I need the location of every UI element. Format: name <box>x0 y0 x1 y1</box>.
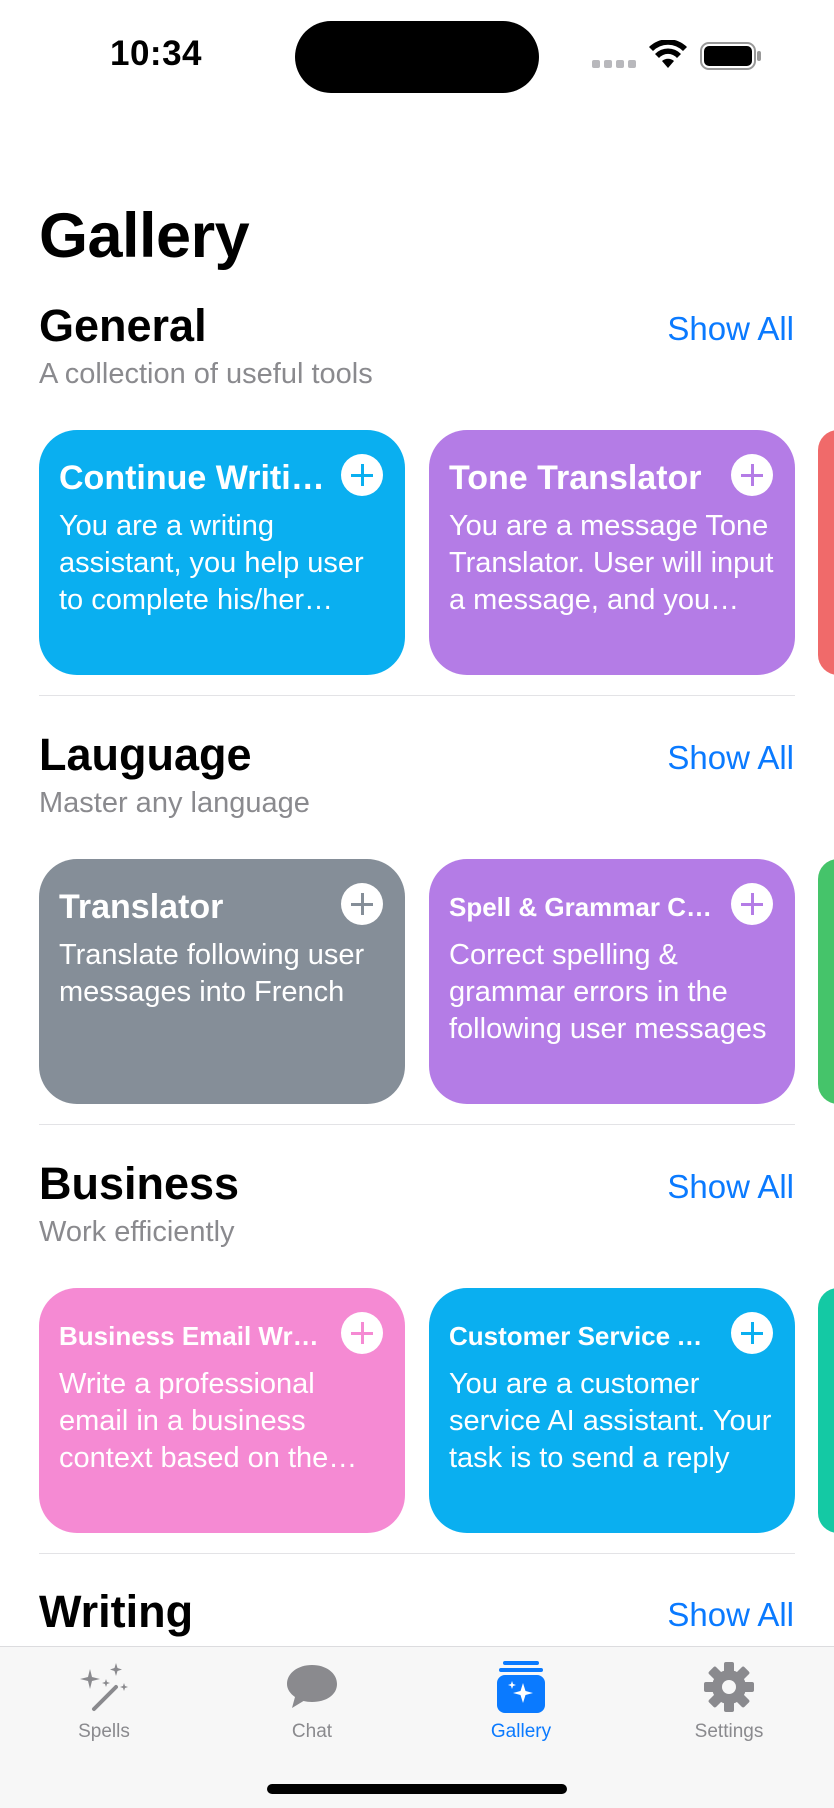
add-icon[interactable] <box>341 883 383 925</box>
spell-card-peek[interactable] <box>818 430 834 675</box>
tab-spells[interactable]: Spells <box>24 1659 184 1749</box>
gear-icon <box>704 1662 754 1712</box>
section-title: General <box>39 300 207 351</box>
card-title: Business Email Writer <box>59 1321 334 1351</box>
spell-card-peek[interactable] <box>818 859 834 1104</box>
status-time: 10:34 <box>110 34 203 73</box>
card-carousel[interactable]: Translator Translate following user mess… <box>0 859 834 1104</box>
spell-card[interactable]: Business Email Writer Write a profession… <box>39 1288 405 1533</box>
section-title: Writing <box>39 1586 194 1637</box>
card-description: Write a professional email in a business… <box>59 1368 329 1474</box>
add-icon[interactable] <box>341 1312 383 1354</box>
card-carousel[interactable]: Business Email Writer Write a profession… <box>0 1288 834 1533</box>
card-title: Translator <box>59 888 224 926</box>
show-all-button[interactable]: Show All <box>667 310 794 348</box>
tab-label: Gallery <box>490 1721 552 1742</box>
spell-card-peek[interactable] <box>818 1288 834 1533</box>
spell-card[interactable]: Translator Translate following user mess… <box>39 859 405 1104</box>
section-writing: Writing Show All <box>0 1586 834 1646</box>
section-subtitle: A collection of useful tools <box>39 358 373 390</box>
section-divider <box>39 1124 795 1125</box>
card-description: You are a customer service AI assistant.… <box>449 1368 772 1474</box>
battery-icon <box>700 42 761 70</box>
card-title: Continue Writing <box>59 459 333 497</box>
cellular-signal-icon <box>592 60 636 68</box>
sparkles-wand-icon <box>80 1663 128 1711</box>
spell-card[interactable]: Tone Translator You are a message Tone T… <box>429 430 795 675</box>
show-all-button[interactable]: Show All <box>667 739 794 777</box>
add-icon[interactable] <box>731 454 773 496</box>
status-bar: 10:34 <box>0 0 834 110</box>
tab-label: Settings <box>694 1721 764 1742</box>
add-icon[interactable] <box>341 454 383 496</box>
card-description: You are a message Tone Translator. User … <box>449 510 774 616</box>
tab-label: Chat <box>291 1721 333 1742</box>
spell-card[interactable]: Customer Service Assistant You are a cus… <box>429 1288 795 1533</box>
show-all-button[interactable]: Show All <box>667 1168 794 1206</box>
section-business: Business Work efficiently Show All Busin… <box>0 1158 834 1588</box>
home-indicator[interactable] <box>267 1784 567 1794</box>
add-icon[interactable] <box>731 1312 773 1354</box>
spell-card[interactable]: Continue Writing You are a writing assis… <box>39 430 405 675</box>
gallery-icon <box>497 1661 545 1713</box>
card-description: You are a writing assistant, you help us… <box>59 510 364 616</box>
page-title: Gallery <box>39 201 250 271</box>
section-language: Lauguage Master any language Show All Tr… <box>0 729 834 1159</box>
wifi-icon <box>649 40 687 68</box>
card-title: Tone Translator <box>449 459 702 497</box>
section-title: Business <box>39 1158 240 1209</box>
section-divider <box>39 1553 795 1554</box>
tab-label: Spells <box>78 1721 130 1742</box>
spell-card[interactable]: Spell & Grammar Checker Correct spelling… <box>429 859 795 1104</box>
dynamic-island <box>295 21 539 93</box>
show-all-button[interactable]: Show All <box>667 1596 794 1634</box>
card-carousel[interactable]: Continue Writing You are a writing assis… <box>0 430 834 675</box>
section-subtitle: Master any language <box>39 787 310 819</box>
tab-gallery[interactable]: Gallery <box>441 1659 601 1749</box>
section-divider <box>39 695 795 696</box>
card-title: Spell & Grammar Checker <box>449 892 770 922</box>
card-title: Customer Service Assistant <box>449 1321 775 1351</box>
card-description: Correct spelling & grammar errors in the… <box>449 939 767 1045</box>
card-description: Translate following user messages into F… <box>59 939 365 1008</box>
section-subtitle: Work efficiently <box>39 1216 235 1248</box>
add-icon[interactable] <box>731 883 773 925</box>
chat-bubble-icon <box>287 1665 337 1708</box>
tab-chat[interactable]: Chat <box>232 1659 392 1749</box>
tab-settings[interactable]: Settings <box>649 1659 809 1749</box>
section-general: General A collection of useful tools Sho… <box>0 300 834 730</box>
section-title: Lauguage <box>39 729 252 780</box>
